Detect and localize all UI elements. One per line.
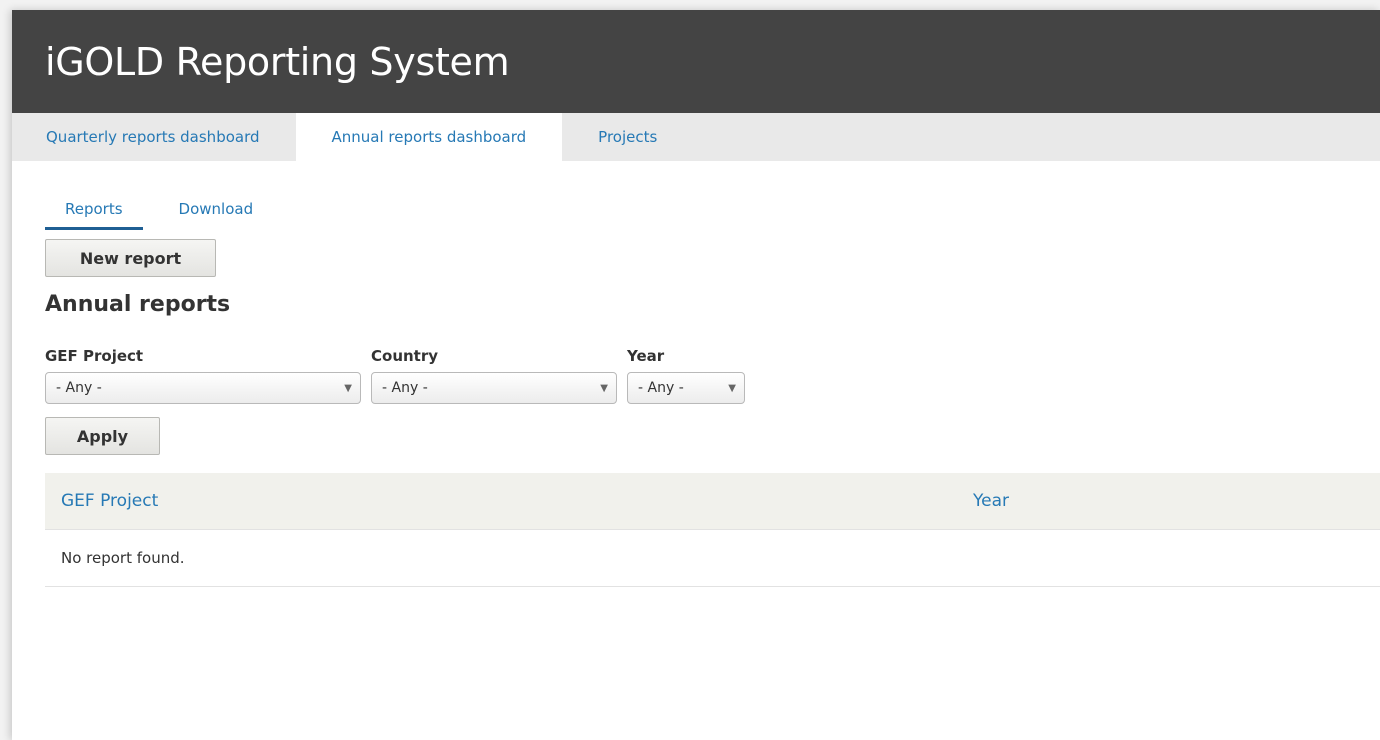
main-content: Reports Download New report Annual repor… [12,198,1380,587]
filter-gef-project: GEF Project - Any - ▼ [45,347,361,404]
site-header: iGOLD Reporting System [12,10,1380,113]
table-header-row: GEF Project Year [45,473,1380,530]
tab-annual-reports-dashboard[interactable]: Annual reports dashboard [295,113,563,161]
filters-form: GEF Project - Any - ▼ Country - Any - ▼ … [45,347,1347,404]
column-header-year[interactable]: Year [957,473,1380,530]
year-select-value: - Any - [638,380,684,396]
filter-country: Country - Any - ▼ [371,347,617,404]
tab-reports[interactable]: Reports [45,198,143,230]
new-report-button[interactable]: New report [45,239,216,277]
secondary-tabs: Reports Download [45,198,1347,230]
table-row: No report found. [45,529,1380,587]
apply-button[interactable]: Apply [45,417,160,455]
caret-down-icon: ▼ [344,382,352,394]
reports-table: GEF Project Year No report found. [45,473,1380,587]
caret-down-icon: ▼ [600,382,608,394]
year-label: Year [627,347,665,365]
site-title: iGOLD Reporting System [45,39,510,84]
browser-page: iGOLD Reporting System Quarterly reports… [12,10,1380,740]
gef-project-select[interactable]: - Any - ▼ [45,372,361,404]
primary-tabs: Quarterly reports dashboard Annual repor… [12,113,1380,161]
country-select-value: - Any - [382,380,428,396]
tab-download[interactable]: Download [159,198,274,227]
column-header-gef-project[interactable]: GEF Project [45,473,957,530]
tab-quarterly-reports-dashboard[interactable]: Quarterly reports dashboard [12,113,296,161]
empty-message: No report found. [45,529,1380,587]
country-select[interactable]: - Any - ▼ [371,372,617,404]
caret-down-icon: ▼ [728,382,736,394]
filter-year: Year - Any - ▼ [627,347,745,404]
year-select[interactable]: - Any - ▼ [627,372,745,404]
country-label: Country [371,347,439,365]
gef-project-label: GEF Project [45,347,144,365]
section-title: Annual reports [45,292,231,317]
gef-project-select-value: - Any - [56,380,102,396]
tab-projects[interactable]: Projects [562,113,693,161]
